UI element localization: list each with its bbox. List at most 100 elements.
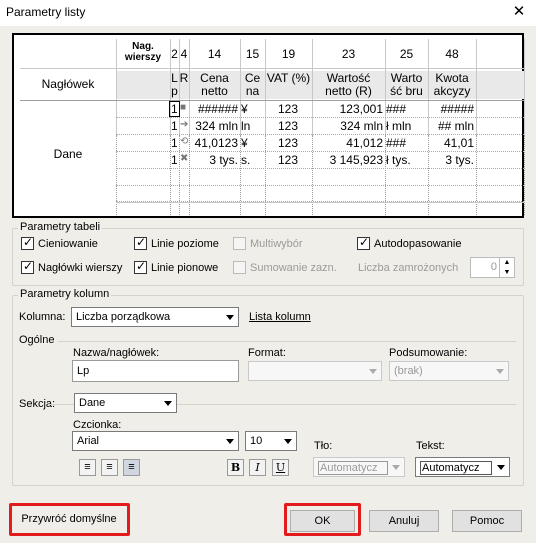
multiselect-checkbox[interactable]	[233, 237, 246, 250]
chevron-down-icon	[496, 369, 504, 374]
column-header[interactable]: Ce na	[240, 72, 265, 99]
cancel-button[interactable]: Anuluj	[369, 510, 439, 532]
section-select[interactable]: Dane	[74, 393, 177, 413]
frozen-spinner[interactable]: 0 ▲ ▼	[470, 257, 515, 278]
column-divider	[476, 39, 477, 135]
table-cell[interactable]: 3 145,923	[313, 153, 383, 167]
font-label: Czcionka:	[73, 419, 122, 431]
column-divider-dotted	[524, 135, 525, 215]
autofit-checkbox[interactable]	[357, 235, 370, 250]
row-headers-checkbox[interactable]	[21, 259, 34, 274]
table-cell[interactable]: ln	[241, 119, 263, 133]
table-cell[interactable]: 41,0123	[190, 136, 238, 150]
summing-checkbox[interactable]	[233, 261, 246, 274]
column-number[interactable]: 23	[312, 47, 385, 61]
chevron-down-icon	[226, 315, 234, 320]
shading-checkbox[interactable]	[21, 235, 34, 250]
table-cell[interactable]: s.	[241, 153, 263, 167]
column-list-link[interactable]: Lista kolumn	[249, 311, 311, 323]
table-cell[interactable]: ######	[190, 102, 238, 116]
column-label: Kolumna:	[19, 311, 66, 323]
align-left-icon[interactable]: ≡	[79, 459, 96, 476]
refresh-icon: ⟲	[180, 136, 189, 147]
column-header[interactable]: Warto ść bru	[385, 72, 428, 99]
table-preview[interactable]: Nag. wierszy 2 4 14 15 19 23 25 48 L p R Cena netto…	[12, 33, 525, 218]
table-cell[interactable]: 324 mln	[313, 119, 383, 133]
help-button[interactable]: Pomoc	[452, 510, 522, 532]
column-number[interactable]: 15	[240, 47, 265, 61]
font-value: Arial	[77, 435, 100, 447]
table-cell[interactable]: ###	[386, 136, 426, 150]
column-header[interactable]: Kwota akcyzy	[428, 72, 476, 99]
dialog-body: Nag. wierszy 2 4 14 15 19 23 25 48 L p R Cena netto…	[0, 26, 536, 543]
column-divider-dotted	[116, 135, 117, 215]
text-color-select[interactable]: Automatycz	[415, 457, 510, 477]
column-number[interactable]: 4	[179, 47, 189, 61]
spin-down-icon[interactable]: ▼	[499, 268, 514, 278]
row-header-column-title: Nag. wierszy	[124, 41, 162, 63]
table-cell[interactable]: ###	[386, 102, 426, 116]
summary-value: (brak)	[394, 365, 423, 377]
shading-label: Cieniowanie	[38, 238, 98, 250]
underline-button[interactable]: U	[272, 459, 289, 476]
autofit-label: Autodopasowanie	[374, 238, 462, 250]
format-select[interactable]	[248, 361, 382, 381]
table-cell[interactable]: ł tys.	[386, 153, 426, 167]
general-label: Ogólne	[19, 334, 55, 346]
font-size-select[interactable]: 10	[245, 431, 297, 451]
name-input[interactable]: Lp	[72, 360, 239, 382]
column-number[interactable]: 2	[170, 47, 179, 61]
table-cell[interactable]: 41,01	[429, 136, 474, 150]
table-cell[interactable]: 3 tys.	[190, 153, 238, 167]
column-header[interactable]: R	[179, 72, 189, 99]
column-select[interactable]: Liczba porządkowa	[71, 307, 239, 327]
table-cell[interactable]: 3 tys.	[429, 153, 474, 167]
spin-up-icon[interactable]: ▲	[499, 258, 514, 268]
table-cell[interactable]: 123	[266, 102, 310, 116]
column-number[interactable]: 25	[385, 47, 428, 61]
table-cell[interactable]: 123	[266, 153, 310, 167]
horizontal-lines-checkbox[interactable]	[134, 235, 147, 250]
table-cell[interactable]: 1	[171, 153, 177, 167]
column-header[interactable]: Wartość netto (R)	[312, 72, 385, 99]
text-color-value: Automatycz	[420, 461, 492, 475]
row-divider-dotted	[116, 151, 524, 152]
column-header[interactable]: VAT (%)	[265, 72, 312, 99]
table-cell[interactable]: ## mln	[429, 119, 474, 133]
cancel-label: Anuluj	[388, 515, 420, 527]
column-header[interactable]: Cena netto	[189, 72, 240, 99]
table-cell[interactable]: 324 mln	[190, 119, 238, 133]
table-cell[interactable]: 123,001	[313, 102, 383, 116]
background-color-value: Automatycz	[318, 461, 388, 475]
table-cell[interactable]: ¥	[241, 136, 263, 150]
chevron-down-icon	[226, 439, 234, 444]
horizontal-lines-label: Linie poziome	[151, 238, 219, 250]
table-cell[interactable]: ¥	[241, 102, 263, 116]
background-color-select[interactable]: Automatycz	[313, 457, 405, 477]
table-cell[interactable]: 123	[266, 136, 310, 150]
italic-button[interactable]: I	[249, 459, 266, 476]
table-cell[interactable]: #####	[429, 102, 474, 116]
table-cell[interactable]: ł mln	[386, 119, 426, 133]
table-cell[interactable]: 123	[266, 119, 310, 133]
align-right-icon[interactable]: ≡	[123, 459, 140, 476]
table-cell[interactable]: 1	[171, 136, 177, 150]
column-number[interactable]: 14	[189, 47, 240, 61]
font-select[interactable]: Arial	[72, 431, 239, 451]
align-center-icon[interactable]: ≡	[101, 459, 118, 476]
row-divider-dotted	[116, 185, 524, 186]
vertical-lines-checkbox[interactable]	[134, 259, 147, 274]
section-separator-left	[48, 404, 74, 405]
summary-select[interactable]: (brak)	[389, 361, 509, 381]
close-icon[interactable]: ✕	[510, 2, 528, 20]
table-cell[interactable]: 1	[171, 119, 177, 133]
column-number[interactable]: 48	[428, 47, 476, 61]
focused-cell	[169, 101, 180, 117]
bold-button[interactable]: B	[227, 459, 244, 476]
table-cell[interactable]: 41,012	[313, 136, 383, 150]
vertical-lines-label: Linie pionowe	[151, 262, 219, 274]
arrow-icon: ➔	[180, 119, 189, 130]
column-header[interactable]: L p	[170, 72, 179, 99]
column-number[interactable]: 19	[265, 47, 312, 61]
